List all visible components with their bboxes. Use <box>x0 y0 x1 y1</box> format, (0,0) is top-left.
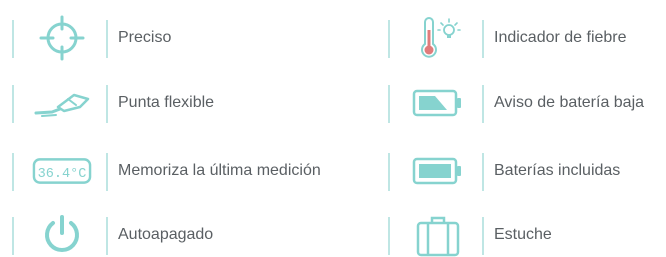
low-battery-icon <box>408 81 468 125</box>
divider <box>12 20 14 58</box>
divider <box>12 85 14 123</box>
feature-label: Estuche <box>494 226 552 243</box>
divider <box>482 153 484 191</box>
crosshair-icon <box>32 15 92 61</box>
flexible-tip-icon <box>32 81 92 125</box>
feature-label: Aviso de batería baja <box>494 94 645 111</box>
divider <box>482 20 484 58</box>
feature-label: Memoriza la última medición <box>118 162 321 179</box>
feature-label: Indicador de fiebre <box>494 29 627 46</box>
case-icon <box>408 213 468 257</box>
divider <box>388 85 390 123</box>
thermometer-light-icon <box>408 16 468 60</box>
divider <box>106 153 108 191</box>
full-battery-icon <box>408 149 468 193</box>
power-icon <box>32 213 92 257</box>
lcd-display-icon: 36.4°C <box>32 149 92 193</box>
divider <box>106 20 108 58</box>
divider <box>106 217 108 255</box>
divider <box>482 217 484 255</box>
feature-label: Autoapagado <box>118 226 214 243</box>
feature-label: Punta flexible <box>118 94 215 111</box>
divider <box>388 153 390 191</box>
divider <box>12 217 14 255</box>
lcd-display-text: 36.4°C <box>38 167 87 182</box>
divider <box>388 20 390 58</box>
divider <box>482 85 484 123</box>
feature-label: Baterías incluidas <box>494 162 621 179</box>
divider <box>12 153 14 191</box>
divider <box>388 217 390 255</box>
divider <box>106 85 108 123</box>
feature-label: Preciso <box>118 29 172 46</box>
